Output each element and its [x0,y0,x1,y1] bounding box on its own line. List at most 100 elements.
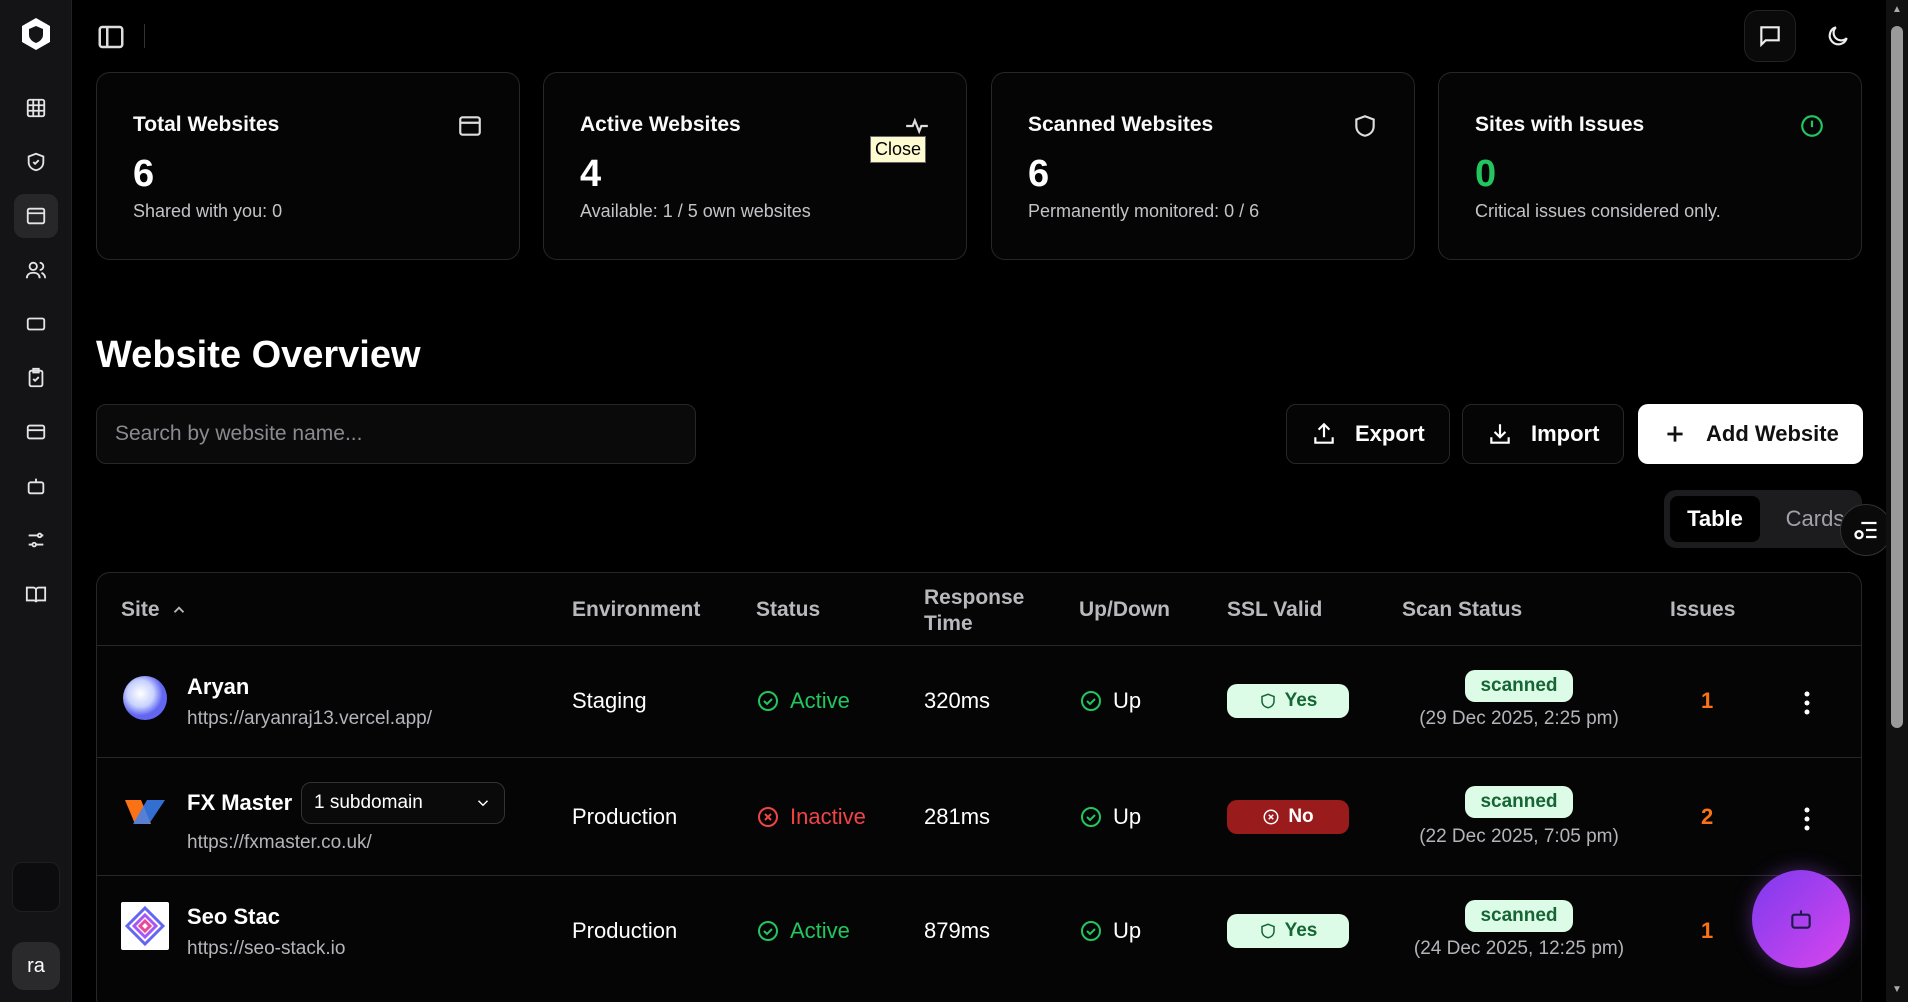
add-website-button[interactable]: Add Website [1638,404,1863,464]
scrollbar-thumb[interactable] [1891,26,1903,728]
bot-icon [27,478,45,495]
shield-icon [1355,115,1375,137]
stat-subtext: Critical issues considered only. [1475,201,1721,221]
shield-logo-icon[interactable] [18,16,54,52]
avatar[interactable]: ra [12,942,60,990]
sidebar-item-settings[interactable] [14,518,58,562]
column-header-issues[interactable]: Issues [1670,597,1735,623]
browser-window-icon [459,116,481,136]
issues-count[interactable]: 2 [1701,804,1713,830]
check-circle-icon [1081,921,1101,941]
header-divider [144,24,145,48]
plus-icon [1667,426,1683,442]
scan-date: (29 Dec 2025, 2:25 pm) [1419,708,1619,729]
chevron-down-icon [477,800,489,807]
shield-check-icon [27,152,45,172]
sidebar-item-bots[interactable] [14,464,58,508]
scan-status-badge: scanned [1465,786,1573,818]
stat-value: 6 [1028,153,1050,195]
sidebar-item-docs[interactable] [14,572,58,616]
view-table-tab[interactable]: Table [1670,496,1760,542]
x-circle-icon [758,807,778,827]
subdomain-select[interactable]: 1 subdomain [301,782,505,824]
sidebar-item-tickets[interactable] [14,302,58,346]
environment-cell: Production [572,918,678,943]
page-title: Website Overview [96,334,421,376]
check-circle-icon [1081,807,1101,827]
status-cell: Active [756,688,850,714]
import-label: Import [1531,421,1600,446]
column-header-ssl[interactable]: SSL Valid [1227,597,1322,623]
page-scrollbar[interactable]: ▲ ▼ [1886,0,1908,1002]
sidebar-item-billing[interactable] [14,410,58,454]
status-label: Active [790,918,850,943]
export-button[interactable]: Export [1286,404,1450,464]
scroll-up-arrow-icon[interactable]: ▲ [1891,4,1903,16]
sidebar-item-dashboard[interactable] [14,86,58,130]
credit-card-icon [26,424,46,440]
site-url[interactable]: https://aryanraj13.vercel.app/ [187,708,432,730]
column-header-response-time[interactable]: Response Time [924,585,1034,637]
ssl-badge: No [1227,800,1349,834]
ssl-label: Yes [1284,920,1318,941]
sidebar-collapsed-widget[interactable] [12,862,60,912]
column-header-status[interactable]: Status [756,597,820,623]
scan-status-badge: scanned [1465,670,1573,702]
sidebar-item-users[interactable] [14,248,58,292]
sidebar-toggle-icon[interactable] [96,22,126,52]
check-circle-icon [758,921,778,941]
status-cell: Inactive [756,804,866,830]
sidebar-item-websites[interactable] [14,194,58,238]
ssl-label: No [1288,806,1314,827]
stat-title: Scanned Websites [1028,113,1214,136]
column-header-site[interactable]: Site [121,597,188,623]
chat-button[interactable] [1744,10,1796,62]
ai-assistant-button[interactable] [1752,870,1850,968]
updown-label: Up [1113,688,1142,713]
theme-toggle-button[interactable] [1812,10,1864,62]
scroll-down-arrow-icon[interactable]: ▼ [1891,984,1903,996]
chevron-up-icon [173,606,184,613]
stat-card-sites-with-issues: Sites with Issues 0 Critical issues cons… [1438,72,1862,260]
stat-card-scanned-websites: Scanned Websites 6 Permanently monitored… [991,72,1415,260]
column-header-updown[interactable]: Up/Down [1079,597,1170,623]
message-square-icon [1760,26,1780,48]
filter-button[interactable] [1840,504,1892,556]
updown-cell: Up [1079,688,1141,714]
column-header-environment[interactable]: Environment [572,597,700,623]
search-input[interactable] [96,404,696,464]
table-row[interactable]: Seo Stac https://seo-stack.io Production… [97,875,1861,991]
sidebar: ra [0,0,72,1002]
column-header-scan-status[interactable]: Scan Status [1402,597,1522,623]
more-vertical-icon[interactable] [1797,804,1817,834]
updown-cell: Up [1079,918,1141,944]
site-favicon [125,800,165,824]
scan-date: (22 Dec 2025, 7:05 pm) [1419,826,1619,847]
import-button[interactable]: Import [1462,404,1625,464]
site-header-label: Site [121,598,160,621]
sidebar-item-security[interactable] [14,140,58,184]
stat-value: 4 [580,153,602,195]
issues-count[interactable]: 1 [1701,688,1713,714]
response-time-cell: 281ms [924,804,991,829]
site-url[interactable]: https://fxmaster.co.uk/ [187,832,372,854]
ssl-badge: Yes [1227,914,1349,948]
check-circle-icon [1081,691,1101,711]
site-name[interactable]: Seo Stac [187,904,280,930]
users-icon [25,261,47,279]
site-name[interactable]: FX Master [187,790,292,816]
websites-table: Site Environment Status Response Time Up… [96,572,1862,1002]
alert-circle-icon [1801,115,1823,137]
issues-count[interactable]: 1 [1701,918,1713,944]
site-url[interactable]: https://seo-stack.io [187,938,345,960]
site-favicon [121,902,169,950]
updown-label: Up [1113,918,1142,943]
moon-icon [1828,26,1848,46]
clipboard-check-icon [28,367,44,388]
table-row[interactable]: Aryan https://aryanraj13.vercel.app/ Sta… [97,645,1861,757]
sidebar-item-tasks[interactable] [14,356,58,400]
x-circle-icon [1263,809,1279,825]
table-row[interactable]: FX Master 1 subdomain https://fxmaster.c… [97,757,1861,875]
more-vertical-icon[interactable] [1797,688,1817,718]
site-name[interactable]: Aryan [187,674,249,700]
